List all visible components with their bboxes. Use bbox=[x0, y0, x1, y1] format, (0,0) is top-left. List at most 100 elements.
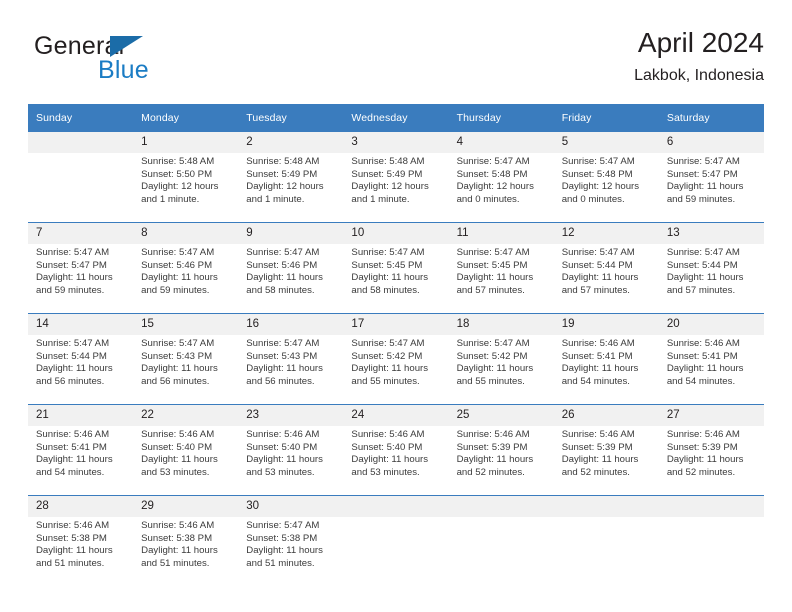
day-number bbox=[448, 496, 554, 517]
calendar-day-cell[interactable]: 17 Sunrise: 5:47 AM Sunset: 5:42 PM Dayligh… bbox=[343, 313, 449, 405]
calendar-week-row: 28 Sunrise: 5:46 AM Sunset: 5:38 PM Dayligh… bbox=[28, 495, 764, 586]
day-details: Sunrise: 5:46 AM Sunset: 5:40 PM Daylight:… bbox=[238, 426, 343, 495]
day-number: 23 bbox=[238, 405, 344, 426]
daylight-text: Daylight: 11 hours and 55 minutes. bbox=[351, 363, 429, 387]
sunset-text: Sunset: 5:39 PM bbox=[456, 441, 528, 453]
calendar-week-row: 21 Sunrise: 5:46 AM Sunset: 5:41 PM Dayligh… bbox=[28, 404, 764, 496]
sunrise-text: Sunrise: 5:48 AM bbox=[141, 156, 215, 167]
calendar-day-cell[interactable]: 22 Sunrise: 5:46 AM Sunset: 5:40 PM Dayligh… bbox=[133, 404, 239, 496]
calendar-day-cell[interactable]: 3 Sunrise: 5:48 AM Sunset: 5:49 PM Daylight… bbox=[343, 132, 449, 223]
day-number: 19 bbox=[553, 314, 659, 335]
daylight-text: Daylight: 11 hours and 59 minutes. bbox=[666, 181, 744, 205]
daylight-text: Daylight: 11 hours and 56 minutes. bbox=[36, 363, 113, 387]
weekday-header-sunday: Sunday bbox=[28, 104, 134, 132]
sunrise-text: Sunrise: 5:47 AM bbox=[351, 338, 425, 349]
calendar-day-cell[interactable] bbox=[448, 495, 554, 586]
calendar-day-cell[interactable]: 21 Sunrise: 5:46 AM Sunset: 5:41 PM Dayligh… bbox=[28, 404, 134, 496]
sunset-text: Sunset: 5:50 PM bbox=[141, 168, 213, 180]
daylight-text: Daylight: 11 hours and 52 minutes. bbox=[456, 454, 534, 478]
daylight-text: Daylight: 11 hours and 59 minutes. bbox=[141, 272, 218, 296]
sunrise-text: Sunrise: 5:47 AM bbox=[141, 338, 215, 349]
day-number: 29 bbox=[133, 496, 239, 517]
day-number: 25 bbox=[448, 405, 554, 426]
calendar-day-cell[interactable]: 4 Sunrise: 5:47 AM Sunset: 5:48 PM Daylight… bbox=[448, 132, 554, 223]
daylight-text: Daylight: 11 hours and 54 minutes. bbox=[561, 363, 639, 387]
day-number bbox=[658, 496, 764, 517]
sunrise-text: Sunrise: 5:47 AM bbox=[141, 247, 215, 258]
day-details: Sunrise: 5:47 AM Sunset: 5:46 PM Daylight:… bbox=[238, 244, 343, 313]
day-details: Sunrise: 5:47 AM Sunset: 5:47 PM Daylight:… bbox=[28, 244, 133, 313]
calendar-day-cell[interactable]: 11 Sunrise: 5:47 AM Sunset: 5:45 PM Dayligh… bbox=[448, 222, 554, 314]
day-number: 10 bbox=[343, 223, 449, 244]
calendar-day-cell[interactable]: 20 Sunrise: 5:46 AM Sunset: 5:41 PM Dayligh… bbox=[658, 313, 764, 405]
calendar-day-cell[interactable]: 5 Sunrise: 5:47 AM Sunset: 5:48 PM Daylight… bbox=[553, 132, 659, 223]
day-number: 17 bbox=[343, 314, 449, 335]
day-details: Sunrise: 5:47 AM Sunset: 5:45 PM Daylight:… bbox=[449, 244, 554, 313]
calendar-day-cell[interactable]: 26 Sunrise: 5:46 AM Sunset: 5:39 PM Dayligh… bbox=[553, 404, 659, 496]
day-details: Sunrise: 5:47 AM Sunset: 5:38 PM Daylight:… bbox=[238, 517, 343, 586]
sunset-text: Sunset: 5:42 PM bbox=[456, 350, 528, 362]
calendar-day-cell[interactable] bbox=[28, 132, 134, 223]
calendar-day-cell[interactable]: 30 Sunrise: 5:47 AM Sunset: 5:38 PM Dayligh… bbox=[238, 495, 344, 586]
daylight-text: Daylight: 12 hours and 1 minute. bbox=[246, 181, 324, 205]
day-details: Sunrise: 5:47 AM Sunset: 5:48 PM Daylight:… bbox=[554, 153, 659, 222]
sunrise-text: Sunrise: 5:46 AM bbox=[141, 429, 215, 440]
general-blue-logo[interactable]: General Blue bbox=[34, 32, 214, 86]
sunrise-text: Sunrise: 5:47 AM bbox=[36, 338, 110, 349]
calendar-day-cell[interactable]: 9 Sunrise: 5:47 AM Sunset: 5:46 PM Daylight… bbox=[238, 222, 344, 314]
sunset-text: Sunset: 5:44 PM bbox=[666, 259, 738, 271]
day-details bbox=[449, 517, 554, 586]
day-number: 8 bbox=[133, 223, 239, 244]
day-number: 11 bbox=[448, 223, 554, 244]
calendar-day-cell[interactable] bbox=[343, 495, 449, 586]
calendar-day-cell[interactable]: 28 Sunrise: 5:46 AM Sunset: 5:38 PM Dayligh… bbox=[28, 495, 134, 586]
sunset-text: Sunset: 5:40 PM bbox=[141, 441, 213, 453]
daylight-text: Daylight: 11 hours and 52 minutes. bbox=[666, 454, 744, 478]
calendar-day-cell[interactable]: 25 Sunrise: 5:46 AM Sunset: 5:39 PM Dayligh… bbox=[448, 404, 554, 496]
calendar-day-cell[interactable]: 10 Sunrise: 5:47 AM Sunset: 5:45 PM Dayligh… bbox=[343, 222, 449, 314]
calendar-day-cell[interactable]: 19 Sunrise: 5:46 AM Sunset: 5:41 PM Dayligh… bbox=[553, 313, 659, 405]
day-number: 20 bbox=[658, 314, 764, 335]
sunrise-text: Sunrise: 5:46 AM bbox=[666, 429, 740, 440]
sunrise-text: Sunrise: 5:47 AM bbox=[246, 338, 320, 349]
day-details: Sunrise: 5:46 AM Sunset: 5:39 PM Daylight:… bbox=[449, 426, 554, 495]
calendar-day-cell[interactable]: 7 Sunrise: 5:47 AM Sunset: 5:47 PM Daylight… bbox=[28, 222, 134, 314]
daylight-text: Daylight: 11 hours and 55 minutes. bbox=[456, 363, 534, 387]
sunrise-text: Sunrise: 5:46 AM bbox=[141, 520, 215, 531]
calendar-body: 1 Sunrise: 5:48 AM Sunset: 5:50 PM Daylight… bbox=[28, 132, 764, 586]
calendar-day-cell[interactable]: 15 Sunrise: 5:47 AM Sunset: 5:43 PM Dayligh… bbox=[133, 313, 239, 405]
calendar-day-cell[interactable]: 14 Sunrise: 5:47 AM Sunset: 5:44 PM Dayligh… bbox=[28, 313, 134, 405]
calendar-day-cell[interactable]: 27 Sunrise: 5:46 AM Sunset: 5:39 PM Dayligh… bbox=[658, 404, 764, 496]
calendar-header-row: Sunday Monday Tuesday Wednesday Thursday… bbox=[28, 104, 764, 132]
day-details bbox=[659, 517, 764, 586]
calendar-day-cell[interactable] bbox=[553, 495, 659, 586]
day-number: 18 bbox=[448, 314, 554, 335]
calendar-day-cell[interactable]: 29 Sunrise: 5:46 AM Sunset: 5:38 PM Dayligh… bbox=[133, 495, 239, 586]
calendar-day-cell[interactable]: 2 Sunrise: 5:48 AM Sunset: 5:49 PM Daylight… bbox=[238, 132, 344, 223]
day-number: 5 bbox=[553, 132, 659, 153]
day-details: Sunrise: 5:46 AM Sunset: 5:38 PM Daylight:… bbox=[28, 517, 133, 586]
day-number: 6 bbox=[658, 132, 764, 153]
calendar-day-cell[interactable]: 6 Sunrise: 5:47 AM Sunset: 5:47 PM Daylight… bbox=[658, 132, 764, 223]
day-details: Sunrise: 5:47 AM Sunset: 5:43 PM Daylight:… bbox=[238, 335, 343, 404]
calendar-day-cell[interactable] bbox=[658, 495, 764, 586]
day-details: Sunrise: 5:48 AM Sunset: 5:49 PM Daylight:… bbox=[343, 153, 448, 222]
sunrise-text: Sunrise: 5:47 AM bbox=[666, 247, 740, 258]
day-details: Sunrise: 5:47 AM Sunset: 5:46 PM Daylight:… bbox=[133, 244, 238, 313]
calendar-day-cell[interactable]: 18 Sunrise: 5:47 AM Sunset: 5:42 PM Dayligh… bbox=[448, 313, 554, 405]
sunrise-text: Sunrise: 5:48 AM bbox=[351, 156, 425, 167]
day-number: 15 bbox=[133, 314, 239, 335]
sunrise-text: Sunrise: 5:46 AM bbox=[351, 429, 425, 440]
sunset-text: Sunset: 5:41 PM bbox=[666, 350, 738, 362]
calendar-day-cell[interactable]: 8 Sunrise: 5:47 AM Sunset: 5:46 PM Daylight… bbox=[133, 222, 239, 314]
sunrise-text: Sunrise: 5:47 AM bbox=[351, 247, 425, 258]
calendar-day-cell[interactable]: 16 Sunrise: 5:47 AM Sunset: 5:43 PM Dayligh… bbox=[238, 313, 344, 405]
day-details: Sunrise: 5:48 AM Sunset: 5:49 PM Daylight:… bbox=[238, 153, 343, 222]
sunset-text: Sunset: 5:40 PM bbox=[246, 441, 318, 453]
calendar-day-cell[interactable]: 13 Sunrise: 5:47 AM Sunset: 5:44 PM Dayligh… bbox=[658, 222, 764, 314]
calendar-day-cell[interactable]: 24 Sunrise: 5:46 AM Sunset: 5:40 PM Dayligh… bbox=[343, 404, 449, 496]
calendar-day-cell[interactable]: 1 Sunrise: 5:48 AM Sunset: 5:50 PM Daylight… bbox=[133, 132, 239, 223]
calendar-day-cell[interactable]: 23 Sunrise: 5:46 AM Sunset: 5:40 PM Dayligh… bbox=[238, 404, 344, 496]
sunset-text: Sunset: 5:38 PM bbox=[246, 532, 318, 544]
calendar-day-cell[interactable]: 12 Sunrise: 5:47 AM Sunset: 5:44 PM Dayligh… bbox=[553, 222, 659, 314]
